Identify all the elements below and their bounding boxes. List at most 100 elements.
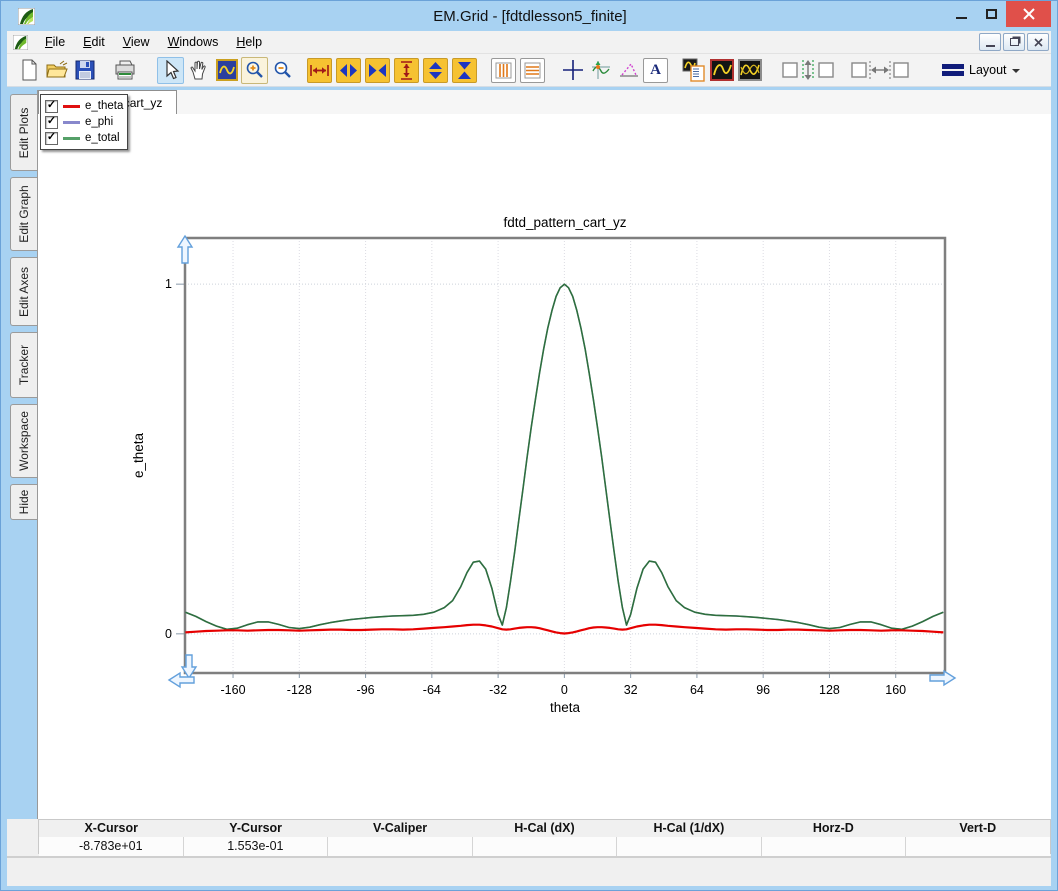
zoom-window-icon bbox=[215, 59, 238, 81]
new-file-button[interactable] bbox=[15, 57, 42, 84]
header-horz-d: Horz-D bbox=[812, 821, 854, 835]
menu-windows[interactable]: Windows bbox=[159, 33, 228, 51]
pan-up-arrow[interactable] bbox=[176, 234, 194, 264]
minimize-button[interactable] bbox=[946, 1, 976, 27]
sidebar-tab-tracker[interactable]: Tracker bbox=[10, 332, 37, 398]
legend-swatch bbox=[63, 136, 80, 140]
arrows-out-x-icon bbox=[340, 63, 357, 77]
expand-y-button[interactable] bbox=[394, 57, 419, 83]
mdi-close-button[interactable] bbox=[1027, 33, 1049, 51]
plot-report-icon bbox=[682, 58, 705, 82]
x-tick-label: 64 bbox=[690, 683, 704, 697]
sidebar-tab-edit-axes[interactable]: Edit Axes bbox=[10, 257, 37, 326]
horizontal-distance-button[interactable] bbox=[849, 57, 911, 84]
mdi-minimize-icon bbox=[985, 44, 995, 47]
sidebar-tab-hide[interactable]: Hide bbox=[10, 484, 37, 520]
legend-item: ✓ e_phi bbox=[45, 114, 123, 130]
header-x-cursor: X-Cursor bbox=[84, 821, 138, 835]
legend-label: e_total bbox=[85, 132, 120, 144]
arrows-out-x-button[interactable] bbox=[336, 57, 361, 83]
compress-x-icon bbox=[369, 63, 386, 77]
expand-x-button[interactable] bbox=[307, 57, 332, 83]
legend-checkbox-e-theta[interactable]: ✓ bbox=[45, 99, 58, 113]
readout-header-row: X-Cursor Y-Cursor V-Caliper H-Cal (dX) H… bbox=[39, 820, 1050, 837]
mdi-document-icon bbox=[13, 34, 28, 50]
text-annotation-button[interactable]: A bbox=[643, 57, 668, 83]
plot-single-button[interactable] bbox=[708, 57, 735, 84]
header-vert-d: Vert-D bbox=[959, 821, 997, 835]
menu-file[interactable]: File bbox=[36, 33, 74, 51]
legend-checkbox-e-phi[interactable]: ✓ bbox=[45, 115, 58, 129]
x-tick-label: -96 bbox=[357, 683, 375, 697]
compress-x-button[interactable] bbox=[365, 57, 390, 83]
mdi-close-icon bbox=[1033, 37, 1043, 47]
menu-file-rest: ile bbox=[52, 35, 66, 49]
caliper-triangle-button[interactable] bbox=[615, 57, 642, 84]
header-h-cal-dx: H-Cal (dX) bbox=[514, 821, 575, 835]
vertical-distance-button[interactable] bbox=[780, 57, 838, 84]
content-area: Edit Plots Edit Graph Edit Axes Tracker … bbox=[7, 87, 1051, 819]
horizontal-gridlines-button[interactable] bbox=[520, 57, 545, 83]
menu-help[interactable]: Help bbox=[227, 33, 271, 51]
mdi-minimize-button[interactable] bbox=[979, 33, 1001, 51]
zoom-in-button[interactable] bbox=[241, 56, 268, 84]
menu-edit-rest: dit bbox=[91, 35, 105, 49]
pan-hand-button[interactable] bbox=[185, 57, 212, 84]
zoom-in-icon bbox=[246, 61, 263, 78]
new-file-icon bbox=[22, 59, 36, 81]
bottom-strip bbox=[7, 858, 1051, 886]
zoom-window-button[interactable] bbox=[213, 57, 240, 84]
value-vert-d bbox=[905, 837, 1051, 856]
sidebar-tab-label: Edit Plots bbox=[17, 107, 31, 158]
x-tick-label: 160 bbox=[885, 683, 906, 697]
sidebar-tab-label: Hide bbox=[17, 489, 31, 515]
menu-help-accel: H bbox=[236, 35, 246, 49]
maximize-button[interactable] bbox=[976, 1, 1006, 27]
layout-dropdown[interactable]: Layout bbox=[934, 57, 1028, 84]
save-file-button[interactable] bbox=[71, 57, 98, 84]
menu-windows-rest: indows bbox=[179, 35, 219, 49]
legend-checkbox-e-total[interactable]: ✓ bbox=[45, 131, 58, 145]
menu-edit[interactable]: Edit bbox=[74, 33, 114, 51]
crosshair-button[interactable] bbox=[559, 57, 586, 84]
caliper-triangle-icon bbox=[619, 62, 638, 77]
zoom-out-icon bbox=[274, 61, 291, 78]
x-tick-label: 96 bbox=[756, 683, 770, 697]
plot-legend: ✓ e_theta ✓ e_phi ✓ e_total bbox=[40, 94, 128, 150]
open-folder-icon bbox=[45, 60, 68, 78]
plot-canvas[interactable]: -160 -128 -96 -64 -32 0 32 64 96 128 160 0 1 fdtd_pat… bbox=[38, 114, 1051, 819]
title-bar: EM.Grid - [fdtdlesson5_finite] bbox=[1, 1, 1057, 31]
sidebar-tab-label: Workspace bbox=[17, 411, 31, 471]
check-icon: ✓ bbox=[46, 115, 57, 127]
mdi-restore-button[interactable] bbox=[1003, 33, 1025, 51]
mdi-restore-icon bbox=[1009, 38, 1019, 46]
menu-view[interactable]: View bbox=[114, 33, 159, 51]
x-tick-label: 0 bbox=[561, 683, 568, 697]
header-y-cursor: Y-Cursor bbox=[229, 821, 283, 835]
plot-report-button[interactable] bbox=[680, 57, 707, 84]
plot-title: fdtd_pattern_cart_yz bbox=[503, 215, 626, 230]
app-window: EM.Grid - [fdtdlesson5_finite] File Edit… bbox=[0, 0, 1058, 891]
plot-multi-button[interactable] bbox=[736, 57, 763, 84]
document-area: fdtd_pattern_cart_yz ✓ e_theta ✓ e_phi ✓… bbox=[37, 90, 1051, 819]
sidebar-tab-workspace[interactable]: Workspace bbox=[10, 404, 37, 478]
open-file-button[interactable] bbox=[43, 57, 70, 84]
vertical-gridlines-button[interactable] bbox=[491, 57, 516, 83]
horizontal-gridlines-icon bbox=[524, 62, 541, 78]
print-button[interactable] bbox=[111, 57, 138, 84]
legend-swatch bbox=[63, 104, 80, 108]
horizontal-distance-icon bbox=[851, 61, 909, 79]
x-tick-label: -128 bbox=[287, 683, 312, 697]
legend-item: ✓ e_total bbox=[45, 130, 123, 146]
print-icon bbox=[115, 60, 134, 79]
layout-icon bbox=[942, 64, 964, 76]
sidebar-tab-edit-graph[interactable]: Edit Graph bbox=[10, 177, 37, 251]
close-button[interactable] bbox=[1006, 1, 1051, 27]
zoom-out-button[interactable] bbox=[269, 57, 296, 84]
compress-y-button[interactable] bbox=[452, 57, 477, 83]
tracker-axes-button[interactable] bbox=[587, 57, 614, 84]
arrows-out-y-button[interactable] bbox=[423, 57, 448, 83]
expand-y-icon bbox=[401, 60, 412, 80]
sidebar-tab-edit-plots[interactable]: Edit Plots bbox=[10, 94, 37, 171]
pointer-tool-button[interactable] bbox=[157, 56, 184, 84]
